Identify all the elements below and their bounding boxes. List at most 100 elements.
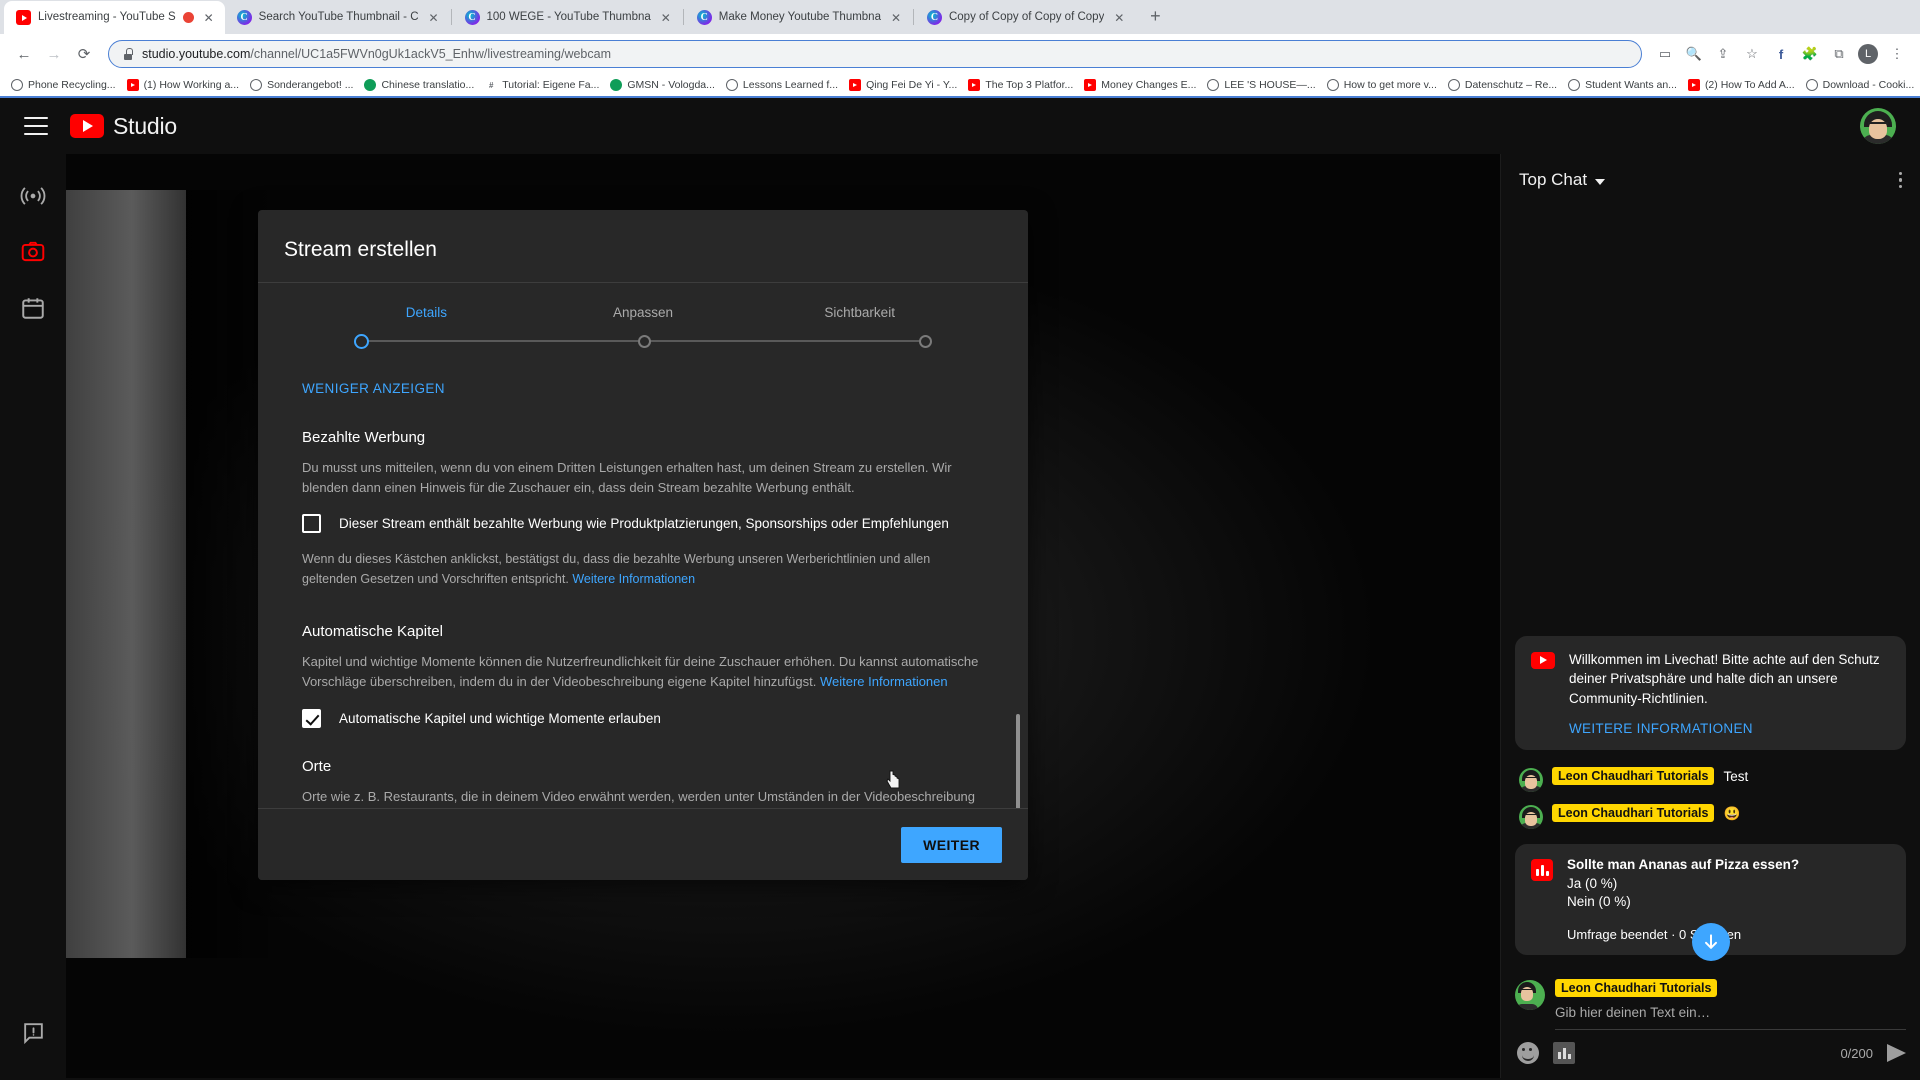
paid-promotion-checkbox[interactable] <box>302 514 321 534</box>
bookmark-item[interactable]: (2) How To Add A... <box>1683 77 1800 93</box>
create-poll-icon[interactable] <box>1553 1042 1575 1064</box>
send-message-icon[interactable] <box>1887 1044 1906 1062</box>
step-dot-anpassen[interactable] <box>637 334 651 348</box>
bookmark-item[interactable]: Student Wants an... <box>1563 77 1682 93</box>
chat-input-field-wrapper[interactable]: Leon Chaudhari Tutorials Gib hier deinen… <box>1555 979 1906 1030</box>
browser-profile-avatar[interactable]: L <box>1855 41 1881 67</box>
bookmark-item[interactable]: Lessons Learned f... <box>721 77 843 93</box>
chat-message-list: Willkommen im Livechat! Bitte achte auf … <box>1501 206 1920 969</box>
paid-promotion-checkbox-row[interactable]: Dieser Stream enthält bezahlte Werbung w… <box>302 514 986 534</box>
bookmark-item[interactable]: The Top 3 Platfor... <box>963 77 1078 93</box>
more-info-link[interactable]: Weitere Informationen <box>820 674 948 689</box>
browser-tab-2[interactable]: C 100 WEGE - YouTube Thumbna ✕ <box>453 1 682 34</box>
studio-header: Studio <box>0 98 1920 154</box>
bookmark-item[interactable]: # Tutorial: Eigene Fa... <box>480 77 604 93</box>
tab-strip: Livestreaming - YouTube S ✕ C Search You… <box>0 0 1920 34</box>
bookmark-item[interactable]: Download - Cooki... <box>1801 77 1920 93</box>
youtube-icon <box>849 79 862 91</box>
chevron-down-icon <box>1595 178 1606 185</box>
bookmark-item[interactable]: Datenschutz – Re... <box>1443 77 1562 93</box>
bookmark-item[interactable]: (1) How Working a... <box>122 77 245 93</box>
circle-icon <box>11 79 23 91</box>
chat-mode-selector[interactable]: Top Chat <box>1519 170 1606 190</box>
green-icon <box>364 79 377 91</box>
browser-tab-0[interactable]: Livestreaming - YouTube S ✕ <box>4 1 225 34</box>
tab-close-icon[interactable]: ✕ <box>426 10 442 26</box>
bookmark-item[interactable]: Qing Fei De Yi - Y... <box>844 77 962 93</box>
youtube-icon <box>1531 651 1555 669</box>
studio-logo[interactable]: Studio <box>70 113 177 140</box>
media-cast-icon[interactable]: ▭ <box>1652 41 1678 67</box>
tab-title: 100 WEGE - YouTube Thumbna <box>486 11 651 23</box>
sidebar-item-feedback[interactable] <box>9 1008 57 1056</box>
tab-close-icon[interactable]: ✕ <box>1111 10 1127 26</box>
auto-chapters-checkbox[interactable] <box>302 708 321 728</box>
bookmark-item[interactable]: LEE 'S HOUSE—... <box>1202 77 1320 93</box>
calendar-icon <box>22 298 44 319</box>
chat-system-message: Willkommen im Livechat! Bitte achte auf … <box>1515 635 1906 750</box>
bookmark-label: Phone Recycling... <box>28 79 116 91</box>
show-less-link[interactable]: WENIGER ANZEIGEN <box>302 381 445 396</box>
browser-chrome: Livestreaming - YouTube S ✕ C Search You… <box>0 0 1920 98</box>
forward-button[interactable]: → <box>40 40 68 68</box>
chat-input-toolbar: 0/200 <box>1515 1042 1906 1064</box>
section-description: Du musst uns mitteilen, wenn du von eine… <box>302 460 952 496</box>
avatar <box>1519 804 1543 829</box>
toolbar-icons: ▭ 🔍 ⇪ ☆ f 🧩 ⧉ L ⋮ <box>1652 41 1910 67</box>
account-avatar[interactable] <box>1860 108 1896 144</box>
hamburger-menu-icon[interactable] <box>24 117 48 135</box>
lock-icon <box>123 48 133 60</box>
sidebar-item-stream[interactable] <box>9 172 57 220</box>
bookmark-label: Student Wants an... <box>1585 79 1677 91</box>
puzzle-extension-icon[interactable]: 🧩 <box>1797 41 1823 67</box>
emoji-icon[interactable] <box>1517 1042 1539 1064</box>
back-button[interactable]: ← <box>10 40 38 68</box>
chat-author-name[interactable]: Leon Chaudhari Tutorials <box>1552 766 1715 785</box>
tab-title: Copy of Copy of Copy of Copy <box>948 11 1105 23</box>
create-stream-dialog: Stream erstellen Details Anpassen Sichtb… <box>258 210 1028 880</box>
zoom-icon[interactable]: 🔍 <box>1681 41 1707 67</box>
tab-title: Search YouTube Thumbnail - C <box>258 11 419 23</box>
browser-tab-4[interactable]: C Copy of Copy of Copy of Copy ✕ <box>915 1 1135 34</box>
reload-button[interactable]: ⟳ <box>70 40 98 68</box>
chat-more-options-icon[interactable] <box>1898 171 1902 189</box>
sidebar-item-schedule[interactable] <box>9 284 57 332</box>
chat-message-input[interactable]: Gib hier deinen Text ein… <box>1555 1005 1906 1020</box>
browser-tab-1[interactable]: C Search YouTube Thumbnail - C ✕ <box>225 1 450 34</box>
bookmark-label: The Top 3 Platfor... <box>985 79 1074 91</box>
chat-author-name[interactable]: Leon Chaudhari Tutorials <box>1552 803 1715 822</box>
step-dot-details[interactable] <box>354 333 369 349</box>
youtube-icon <box>126 79 139 91</box>
share-icon[interactable]: ⇪ <box>1710 41 1736 67</box>
step-label-anpassen[interactable]: Anpassen <box>535 305 752 320</box>
bookmark-item[interactable]: Phone Recycling... <box>6 77 121 93</box>
next-button[interactable]: WEITER <box>901 826 1002 863</box>
dialog-scrollbar[interactable] <box>1016 714 1020 808</box>
new-tab-button[interactable]: + <box>1141 3 1169 31</box>
step-label-details[interactable]: Details <box>318 305 535 320</box>
step-dot-sichtbarkeit[interactable] <box>919 334 932 348</box>
more-info-link[interactable]: Weitere Informationen <box>572 572 695 586</box>
browser-menu-icon[interactable]: ⋮ <box>1884 41 1910 67</box>
youtube-icon <box>1084 79 1097 91</box>
scroll-to-bottom-button[interactable] <box>1691 923 1730 961</box>
auto-chapters-checkbox-row[interactable]: Automatische Kapitel und wichtige Moment… <box>302 708 986 728</box>
address-bar[interactable]: studio.youtube.com/channel/UC1a5FWVn0gUk… <box>108 40 1642 68</box>
bookmark-star-icon[interactable]: ☆ <box>1739 41 1765 67</box>
system-message-link[interactable]: WEITERE INFORMATIONEN <box>1569 721 1890 736</box>
youtube-icon <box>968 79 981 91</box>
step-label-sichtbarkeit[interactable]: Sichtbarkeit <box>751 305 968 320</box>
split-screen-icon[interactable]: ⧉ <box>1826 41 1852 67</box>
bookmark-item[interactable]: Money Changes E... <box>1079 77 1201 93</box>
tab-close-icon[interactable]: ✕ <box>658 10 674 26</box>
sidebar-item-webcam[interactable] <box>9 228 57 276</box>
bookmark-item[interactable]: How to get more v... <box>1322 77 1442 93</box>
bookmark-item[interactable]: Chinese translatio... <box>359 77 479 93</box>
tab-close-icon[interactable]: ✕ <box>888 10 904 26</box>
bookmark-item[interactable]: GMSN - Vologda... <box>605 77 720 93</box>
tab-close-icon[interactable]: ✕ <box>201 10 217 26</box>
facebook-icon[interactable]: f <box>1768 41 1794 67</box>
bookmark-item[interactable]: Sonderangebot! ... <box>245 77 358 93</box>
browser-tab-3[interactable]: C Make Money Youtube Thumbna ✕ <box>685 1 912 34</box>
canva-icon: C <box>236 10 252 25</box>
